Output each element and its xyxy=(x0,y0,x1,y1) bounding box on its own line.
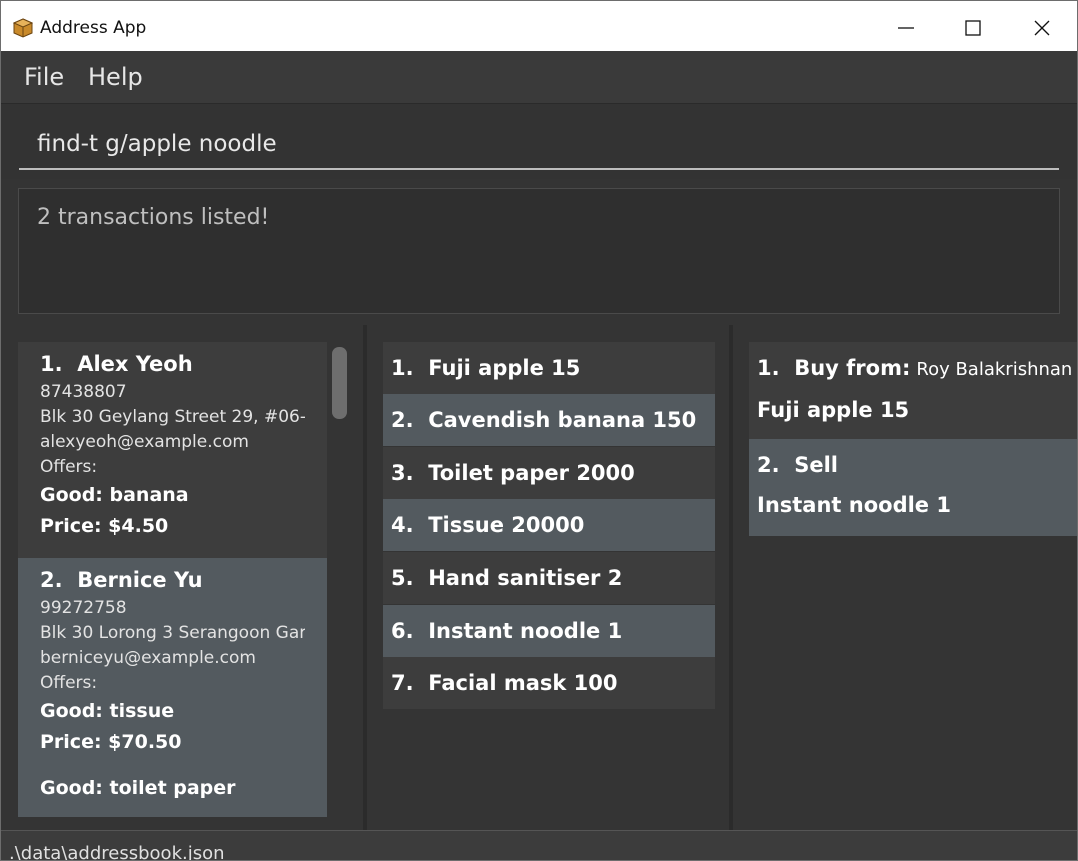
transaction-party: Roy Balakrishnan xyxy=(916,359,1073,380)
inventory-item[interactable]: 3. Toilet paper 2000 xyxy=(383,447,715,499)
close-icon xyxy=(1034,20,1050,36)
command-box xyxy=(1,103,1077,180)
inventory-item[interactable]: 6. Instant noodle 1 xyxy=(383,605,715,657)
offer-price: Price: $4.50 xyxy=(40,515,169,537)
offer-price: Price: $70.50 xyxy=(40,731,182,753)
transaction-card[interactable]: 2. Sell Instant noodle 1 xyxy=(749,439,1077,536)
transaction-list-panel[interactable]: 1. Buy from: Roy Balakrishnan Fuji apple … xyxy=(733,325,1077,830)
lists-area: 1. Alex Yeoh 87438807 Blk 30 Geylang Str… xyxy=(1,325,1077,830)
status-bar: .\data\addressbook.json xyxy=(1,830,1077,861)
person-email: berniceyu@example.com xyxy=(40,648,256,668)
inventory-item[interactable]: 7. Facial mask 100 xyxy=(383,657,715,709)
transaction-header: 1. Buy from: Roy Balakrishnan xyxy=(757,356,1073,380)
person-list-scrollbar[interactable] xyxy=(332,347,347,419)
title-bar: Address App xyxy=(1,1,1077,51)
transaction-item: Instant noodle 1 xyxy=(757,493,951,517)
result-text-area[interactable]: 2 transactions listed! xyxy=(18,188,1060,314)
close-button[interactable] xyxy=(1019,11,1065,47)
offers-label: Offers: xyxy=(40,457,98,477)
window-title: Address App xyxy=(40,18,147,38)
inventory-item[interactable]: 5. Hand sanitiser 2 xyxy=(383,552,715,604)
offer-good: Good: tissue xyxy=(40,700,175,722)
person-card[interactable]: 2. Bernice Yu 99272758 Blk 30 Lorong 3 S… xyxy=(18,558,327,817)
result-message: 2 transactions listed! xyxy=(37,205,270,230)
inventory-item[interactable]: 4. Tissue 20000 xyxy=(383,499,715,551)
command-input[interactable] xyxy=(19,120,1059,170)
menu-help[interactable]: Help xyxy=(88,63,143,91)
person-name: 2. Bernice Yu xyxy=(40,568,203,592)
menu-file[interactable]: File xyxy=(24,63,64,91)
maximize-button[interactable] xyxy=(950,11,996,47)
data-file-path: .\data\addressbook.json xyxy=(9,843,225,861)
person-list-panel[interactable]: 1. Alex Yeoh 87438807 Blk 30 Geylang Str… xyxy=(1,325,363,830)
inventory-list-panel[interactable]: 1. Fuji apple 15 2. Cavendish banana 150… xyxy=(367,325,729,830)
maximize-icon xyxy=(965,20,981,36)
person-phone: 87438807 xyxy=(40,382,127,402)
transaction-header: 2. Sell xyxy=(757,453,838,477)
offer-good: Good: toilet paper xyxy=(40,777,236,799)
person-address: Blk 30 Geylang Street 29, #06-40 xyxy=(40,407,305,427)
person-card[interactable]: 1. Alex Yeoh 87438807 Blk 30 Geylang Str… xyxy=(18,342,327,558)
result-display: 2 transactions listed! xyxy=(1,179,1077,325)
person-address: Blk 30 Lorong 3 Serangoon Gar... xyxy=(40,623,305,643)
menu-bar: File Help xyxy=(1,51,1077,103)
app-window: Address App File Help 2 transactions lis… xyxy=(0,0,1078,861)
transaction-item: Fuji apple 15 xyxy=(757,398,910,422)
inventory-item[interactable]: 2. Cavendish banana 150 xyxy=(383,394,715,446)
minimize-icon xyxy=(898,27,914,29)
person-phone: 99272758 xyxy=(40,598,127,618)
package-icon xyxy=(13,18,33,38)
minimize-button[interactable] xyxy=(883,11,929,47)
offers-label: Offers: xyxy=(40,673,98,693)
offer-good: Good: banana xyxy=(40,484,189,506)
person-name: 1. Alex Yeoh xyxy=(40,352,193,376)
inventory-item[interactable]: 1. Fuji apple 15 xyxy=(383,342,715,394)
person-email: alexyeoh@example.com xyxy=(40,432,249,452)
transaction-card[interactable]: 1. Buy from: Roy Balakrishnan Fuji apple … xyxy=(749,342,1077,439)
